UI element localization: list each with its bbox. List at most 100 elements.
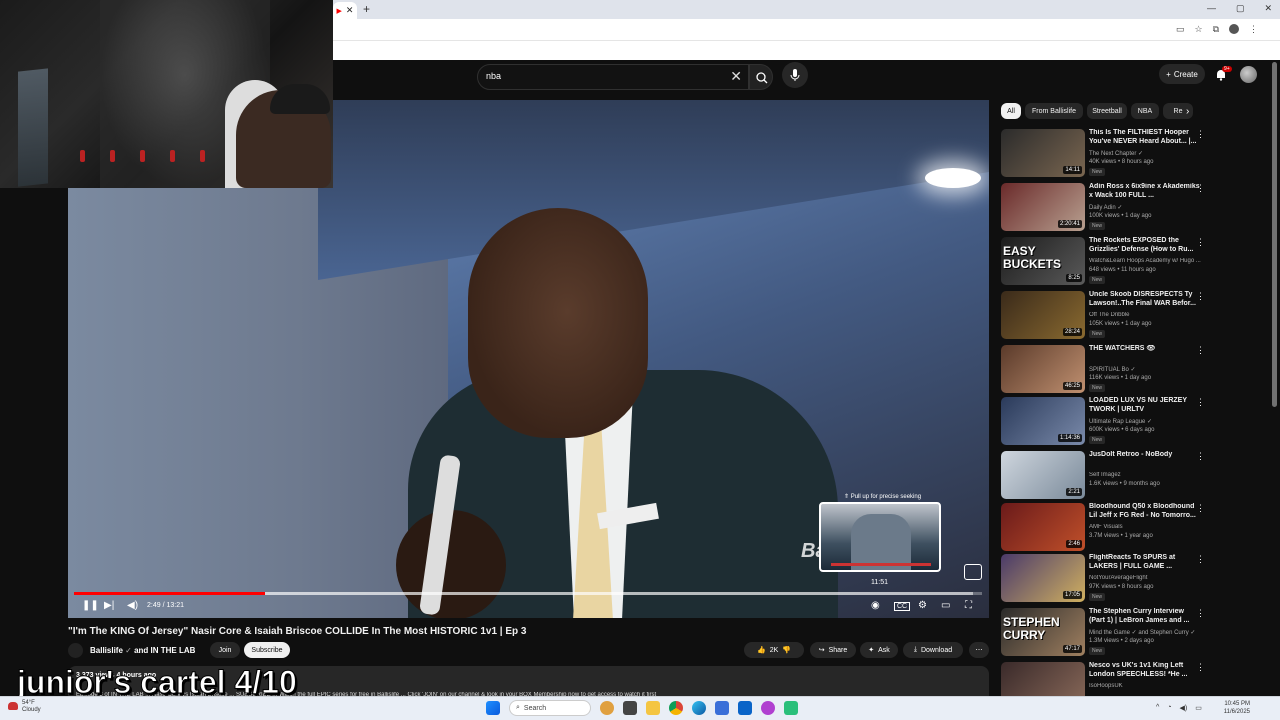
related-video-item[interactable]: 2:20:41 Adin Ross x 6ix9ine x Akademiks … xyxy=(1001,183,1206,235)
related-video-channel[interactable]: AMF Visuals xyxy=(1089,524,1201,530)
discord-icon[interactable] xyxy=(761,701,775,715)
chrome-icon[interactable] xyxy=(669,701,683,715)
chevron-right-icon[interactable]: › xyxy=(1186,106,1189,117)
speaker-icon[interactable]: ◀) xyxy=(1180,704,1188,712)
windows-start-icon[interactable] xyxy=(486,701,500,715)
related-video-title[interactable]: Nesco vs UK's 1v1 King Left London SPEEC… xyxy=(1089,662,1201,680)
related-video-channel[interactable]: Off The Dribble xyxy=(1089,312,1201,318)
more-vertical-icon[interactable]: ⋮ xyxy=(1196,129,1205,140)
miniplayer-icon[interactable] xyxy=(964,564,982,580)
join-button[interactable]: Join xyxy=(210,642,240,658)
account-avatar[interactable] xyxy=(1240,66,1257,83)
search-input[interactable]: nba xyxy=(486,71,501,81)
address-bar[interactable]: ▭ ☆ ⧉ ⋮ xyxy=(333,19,1280,41)
weather-icon[interactable] xyxy=(8,702,18,710)
channel-name-primary[interactable]: Ballislife xyxy=(90,646,123,655)
video-thumbnail[interactable]: 28:24 xyxy=(1001,291,1085,339)
volume-icon[interactable]: ◀) xyxy=(127,600,138,611)
dislike-icon[interactable]: 👎 xyxy=(782,646,791,654)
related-video-item[interactable]: 14:11 This Is The FILTHIEST Hooper You'v… xyxy=(1001,129,1206,181)
chip-streetball[interactable]: Streetball xyxy=(1087,103,1127,119)
channel-avatar[interactable] xyxy=(68,643,83,658)
settings-gear-icon[interactable]: ⚙ xyxy=(918,600,927,611)
share-button[interactable]: ↪ Share xyxy=(810,642,856,658)
chip-nba[interactable]: NBA xyxy=(1131,103,1159,119)
video-thumbnail[interactable]: 1:14:36 xyxy=(1001,397,1085,445)
related-video-channel[interactable]: Mind the Game ✓ and Stephen Curry ✓ xyxy=(1089,629,1201,636)
battery-icon[interactable]: ▭ xyxy=(1195,704,1202,712)
like-count[interactable]: 2K xyxy=(770,647,779,654)
close-window-button[interactable]: ✕ xyxy=(1264,3,1272,14)
related-video-item[interactable]: 2:21 JusDoIt Retroo - NoBody Self Imagez… xyxy=(1001,451,1206,503)
more-vertical-icon[interactable]: ⋮ xyxy=(1196,345,1205,356)
more-vertical-icon[interactable]: ⋮ xyxy=(1196,608,1205,619)
related-video-channel[interactable]: IsoHoopsUK xyxy=(1089,683,1201,689)
related-video-item[interactable]: EASY BUCKETS 8:25 The Rockets EXPOSED th… xyxy=(1001,237,1206,289)
related-video-item[interactable]: STEPHEN CURRY 47:17 The Stephen Curry In… xyxy=(1001,608,1206,660)
progress-bar[interactable] xyxy=(74,592,982,595)
video-thumbnail[interactable]: 2:46 xyxy=(1001,503,1085,551)
related-video-item[interactable]: 28:24 Uncle Skoob DISRESPECTS Ty Lawson!… xyxy=(1001,291,1206,343)
related-video-title[interactable]: THE WATCHERS 👁 xyxy=(1089,345,1201,354)
video-thumbnail[interactable]: STEPHEN CURRY 47:17 xyxy=(1001,608,1085,656)
video-thumbnail[interactable]: EASY BUCKETS 8:25 xyxy=(1001,237,1085,285)
related-video-channel[interactable]: Watch&Learn Hoops Academy w/ Hugo ... xyxy=(1089,258,1201,264)
video-thumbnail[interactable]: 14:11 xyxy=(1001,129,1085,177)
related-video-item[interactable]: 1:14:36 LOADED LUX VS NU JERZEY TWORK | … xyxy=(1001,397,1206,449)
search-button[interactable] xyxy=(749,64,773,90)
pause-icon[interactable]: ❚❚ xyxy=(82,600,99,611)
like-icon[interactable]: 👍 xyxy=(757,646,766,654)
more-vertical-icon[interactable]: ⋮ xyxy=(1196,503,1205,514)
related-video-channel[interactable]: Ultimate Rap League ✓ xyxy=(1089,418,1201,425)
taskbar-search[interactable]: ⌕ Search xyxy=(509,700,591,716)
fullscreen-icon[interactable]: ⛶ xyxy=(965,600,972,611)
related-video-title[interactable]: The Rockets EXPOSED the Grizzlies' Defen… xyxy=(1089,237,1201,255)
video-thumbnail[interactable]: 46:25 xyxy=(1001,345,1085,393)
clear-search-icon[interactable]: ✕ xyxy=(730,68,742,85)
related-video-item[interactable]: 2:46 Bloodhound Q50 x Bloodhound Lil Jef… xyxy=(1001,503,1206,555)
more-vertical-icon[interactable]: ⋮ xyxy=(1196,662,1205,673)
related-video-title[interactable]: Uncle Skoob DISRESPECTS Ty Lawson!..The … xyxy=(1089,291,1201,309)
related-video-title[interactable]: Bloodhound Q50 x Bloodhound Lil Jeff x F… xyxy=(1089,503,1201,521)
more-vertical-icon[interactable]: ⋮ xyxy=(1196,183,1205,194)
related-video-title[interactable]: Adin Ross x 6ix9ine x Akademiks x Wack 1… xyxy=(1089,183,1201,201)
edge-icon[interactable] xyxy=(692,701,706,715)
store-icon[interactable] xyxy=(715,701,729,715)
related-video-channel[interactable]: NotYourAverageFlight xyxy=(1089,575,1201,581)
theater-mode-icon[interactable]: ▭ xyxy=(941,600,950,611)
cast-icon[interactable]: ▭ xyxy=(1176,24,1185,35)
minimize-button[interactable]: — xyxy=(1207,3,1216,14)
captions-icon[interactable]: CC xyxy=(894,602,911,611)
bookmark-star-icon[interactable]: ☆ xyxy=(1194,24,1202,35)
create-button[interactable]: + Create xyxy=(1159,64,1205,84)
related-video-title[interactable]: LOADED LUX VS NU JERZEY TWORK | URLTV xyxy=(1089,397,1201,415)
file-explorer-icon[interactable] xyxy=(646,701,660,715)
more-vertical-icon[interactable]: ⋮ xyxy=(1196,397,1205,408)
page-scrollbar[interactable] xyxy=(1272,62,1277,407)
related-video-channel[interactable]: Self Imagez xyxy=(1089,472,1201,478)
tab-close-icon[interactable]: ✕ xyxy=(346,5,354,16)
widget-burger-icon[interactable] xyxy=(600,701,614,715)
related-video-title[interactable]: FlightReacts To SPURS at LAKERS | FULL G… xyxy=(1089,554,1201,572)
ask-button[interactable]: ✦ Ask xyxy=(860,642,898,658)
chip-from-ballislife[interactable]: From Ballislife xyxy=(1025,103,1083,119)
subscribe-button[interactable]: Subscribe xyxy=(244,642,290,658)
new-tab-button[interactable]: + xyxy=(363,2,370,16)
related-video-title[interactable]: This Is The FILTHIEST Hooper You've NEVE… xyxy=(1089,129,1201,147)
related-video-item[interactable]: 46:25 THE WATCHERS 👁 SPIRITUAL Bo ✓ 116K… xyxy=(1001,345,1206,397)
menu-kebab-icon[interactable]: ⋮ xyxy=(1249,24,1258,35)
video-thumbnail[interactable]: 17:05 xyxy=(1001,554,1085,602)
related-video-channel[interactable]: Daily Adin ✓ xyxy=(1089,204,1201,211)
wifi-icon[interactable]: ◔ xyxy=(1167,704,1171,712)
browser-tab[interactable]: ▶ ✕ xyxy=(333,2,357,19)
video-thumbnail[interactable]: 2:20:41 xyxy=(1001,183,1085,231)
channel-name-secondary[interactable]: and IN THE LAB xyxy=(134,646,195,655)
maximize-button[interactable]: ▢ xyxy=(1236,3,1245,14)
video-thumbnail[interactable]: 2:21 xyxy=(1001,451,1085,499)
related-video-item[interactable]: 17:05 FlightReacts To SPURS at LAKERS | … xyxy=(1001,554,1206,606)
download-button[interactable]: ⤓ Download xyxy=(903,642,963,658)
more-actions-button[interactable]: ⋯ xyxy=(969,642,989,658)
search-box[interactable]: nba ✕ xyxy=(477,64,749,90)
more-vertical-icon[interactable]: ⋮ xyxy=(1196,554,1205,565)
outlook-icon[interactable] xyxy=(738,701,752,715)
